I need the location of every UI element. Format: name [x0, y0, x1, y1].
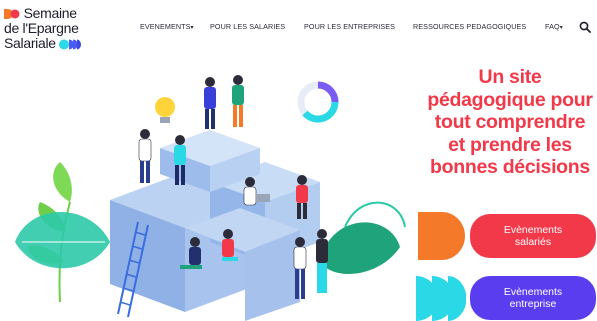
person-figure-top-orange — [232, 75, 244, 127]
person-figure-pointing — [138, 129, 152, 183]
chevron-down-icon: ▾ — [190, 25, 194, 31]
nav-label-salaries: POUR LES SALARIES — [210, 22, 286, 31]
logo-text-epargne: de l'Epargne — [4, 20, 79, 36]
hero-headline: Un site pédagogique pour tout comprendre… — [410, 66, 597, 179]
chevron-down-icon: ▾ — [559, 25, 563, 31]
logo-mark-top-icon — [4, 9, 20, 20]
evenements-salaries-line2: salariés — [514, 236, 552, 248]
nav-item-faq[interactable]: FAQ▾ — [545, 22, 563, 31]
nav-label-evenements: EVENEMENTS — [140, 22, 191, 31]
logo-mark-bottom-icon — [59, 39, 82, 50]
donut-chart-icon — [297, 81, 339, 123]
green-leaf-right-icon — [320, 222, 400, 274]
nav-item-ressources[interactable]: RESSOURCES PEDAGOGIQUES — [413, 22, 526, 31]
evenements-entreprise-button[interactable]: Evènements entreprise — [470, 276, 596, 320]
logo-text-salariale: Salariale — [4, 35, 56, 51]
nav-label-entreprises: POUR LES ENTREPRISES — [304, 22, 396, 31]
headline-line-3: tout comprendre — [434, 111, 586, 133]
site-logo[interactable]: Semaine de l'Epargne Salariale — [4, 6, 104, 58]
cyan-arrows-icon — [416, 276, 466, 321]
lightbulb-icon — [155, 97, 175, 123]
evenements-salaries-line1: Evènements — [503, 224, 563, 236]
main-nav: EVENEMENTS▾ POUR LES SALARIES POUR LES E… — [140, 22, 597, 36]
search-icon[interactable] — [579, 21, 591, 33]
evenements-entreprise-line2: entreprise — [509, 298, 557, 310]
site-header: Semaine de l'Epargne Salariale EVENEMENT… — [0, 0, 597, 62]
hero-illustration — [15, 75, 406, 321]
nav-label-faq: FAQ — [545, 22, 560, 31]
headline-line-4: et prendre les — [448, 133, 572, 156]
person-figure-top-blue — [204, 77, 216, 129]
nav-label-ressources: RESSOURCES PEDAGOGIQUES — [413, 22, 527, 31]
evenements-salaries-button[interactable]: Evènements salariés — [470, 214, 596, 258]
nav-item-salaries[interactable]: POUR LES SALARIES — [210, 22, 285, 31]
nav-item-entreprises[interactable]: POUR LES ENTREPRISES — [304, 22, 395, 31]
logo-line-2: de l'Epargne — [4, 21, 79, 36]
headline-line-1: Un site — [478, 66, 542, 88]
logo-line-1: Semaine — [4, 6, 77, 21]
nav-item-evenements[interactable]: EVENEMENTS▾ — [140, 22, 194, 31]
logo-text-semaine: Semaine — [23, 5, 77, 21]
evenements-entreprise-line1: Evènements — [503, 286, 563, 298]
teal-leaf-icon — [15, 212, 110, 269]
orange-block-icon — [418, 212, 465, 260]
headline-line-2: pédagogique pour — [427, 88, 593, 111]
logo-line-3: Salariale — [4, 35, 82, 51]
leaf-outline-right-icon — [344, 201, 406, 228]
headline-line-5: bonnes décisions — [430, 156, 590, 178]
